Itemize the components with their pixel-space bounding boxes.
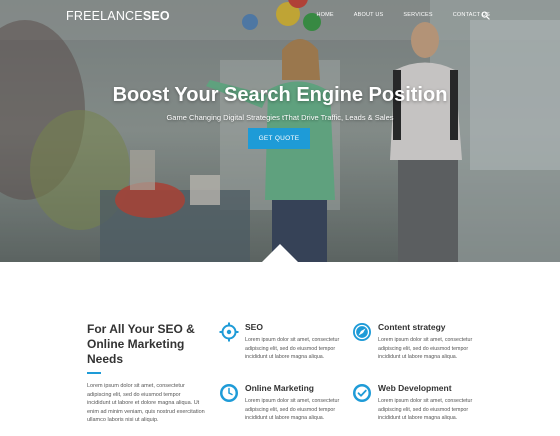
feature-title: Online Marketing bbox=[245, 383, 314, 393]
page: FREELANCESEO HOME ABOUT US SERVICES CONT… bbox=[0, 0, 560, 436]
nav-item-about-us[interactable]: ABOUT US bbox=[354, 12, 384, 18]
hero-notch-divider bbox=[262, 244, 298, 262]
nav-item-services[interactable]: SERVICES bbox=[403, 12, 432, 18]
site-logo[interactable]: FREELANCESEO bbox=[66, 9, 170, 23]
nav-menu: HOME ABOUT US SERVICES CONTACT US bbox=[296, 12, 490, 18]
feature-title: Content strategy bbox=[378, 322, 446, 332]
nav-item-home[interactable]: HOME bbox=[316, 12, 333, 18]
hero-section: FREELANCESEO HOME ABOUT US SERVICES CONT… bbox=[0, 0, 560, 262]
hero-title: Boost Your Search Engine Position bbox=[112, 84, 448, 106]
get-quote-button[interactable]: GET QUOTE bbox=[248, 128, 310, 149]
feature-title: SEO bbox=[245, 322, 263, 332]
feature-text: Lorem ipsum dolor sit amet, consectetur … bbox=[378, 398, 473, 421]
feature-title: Web Development bbox=[378, 383, 452, 393]
top-navigation: FREELANCESEO HOME ABOUT US SERVICES CONT… bbox=[0, 0, 560, 32]
intro-heading: For All Your SEO & Online Marketing Need… bbox=[87, 322, 195, 366]
feature-text: Lorem ipsum dolor sit amet, consectetur … bbox=[245, 337, 340, 360]
search-icon[interactable] bbox=[481, 11, 490, 20]
compass-icon bbox=[353, 323, 371, 341]
logo-text-bold: SEO bbox=[142, 9, 170, 23]
feature-text: Lorem ipsum dolor sit amet, consectetur … bbox=[378, 337, 473, 360]
hero-subtitle: Game Changing Digital Strategies tThat D… bbox=[166, 113, 394, 122]
crosshair-icon bbox=[219, 322, 239, 342]
intro-accent-rule bbox=[87, 372, 101, 374]
feature-text: Lorem ipsum dolor sit amet, consectetur … bbox=[245, 398, 340, 421]
intro-paragraph: Lorem ipsum dolor sit amet, consectetur … bbox=[87, 383, 205, 423]
clock-icon bbox=[220, 384, 238, 402]
check-circle-icon bbox=[353, 384, 371, 402]
logo-text-light: FREELANCE bbox=[66, 9, 143, 23]
